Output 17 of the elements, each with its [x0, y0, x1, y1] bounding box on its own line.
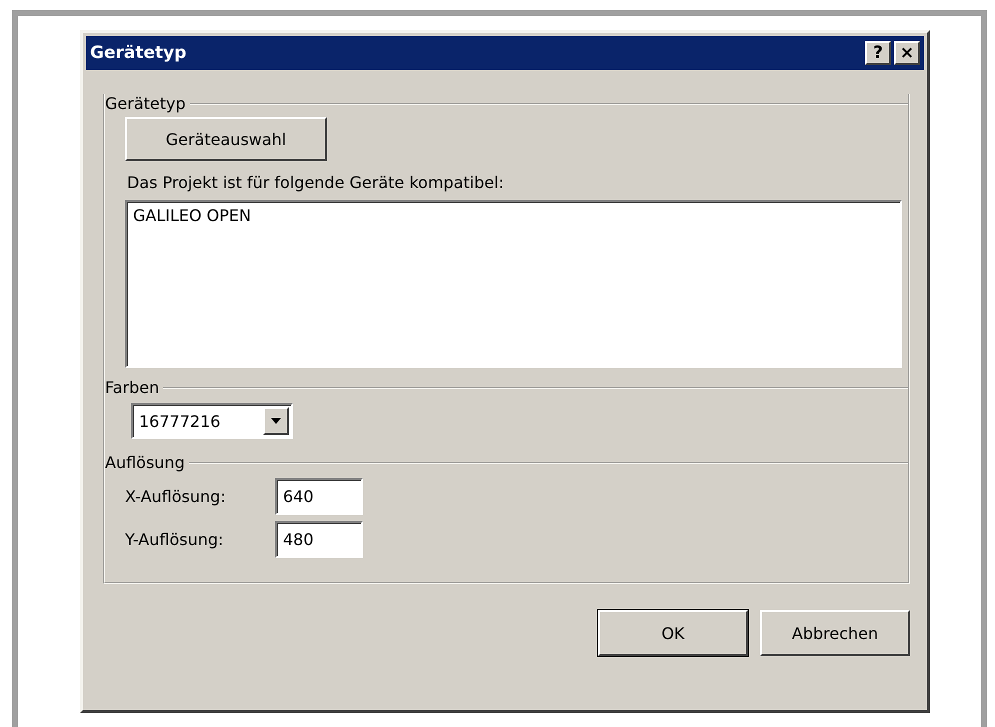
colors-dropdown[interactable]: 16777216	[131, 403, 293, 439]
group-label: Auflösung	[104, 453, 186, 472]
list-label: Das Projekt ist für folgende Geräte kompatibel:	[127, 173, 504, 192]
ok-button[interactable]: OK	[598, 610, 748, 656]
cancel-button[interactable]: Abbrechen	[760, 610, 910, 656]
input-field[interactable]: 480	[275, 521, 363, 558]
group-label: Gerätetyp	[104, 94, 187, 113]
device-select-button[interactable]: Geräteauswahl	[125, 117, 327, 161]
field-label: X-Auflösung:	[125, 487, 227, 506]
field-label: Y-Auflösung:	[125, 530, 224, 549]
list-item[interactable]: GALILEO OPEN	[133, 206, 894, 225]
window-title: Gerätetyp	[90, 43, 186, 63]
device-list[interactable]: GALILEO OPEN	[125, 200, 902, 368]
input-field[interactable]: 640	[275, 478, 363, 515]
close-button[interactable]: ×	[894, 41, 920, 65]
help-button[interactable]: ?	[865, 41, 891, 65]
group-label: Farben	[104, 378, 160, 397]
